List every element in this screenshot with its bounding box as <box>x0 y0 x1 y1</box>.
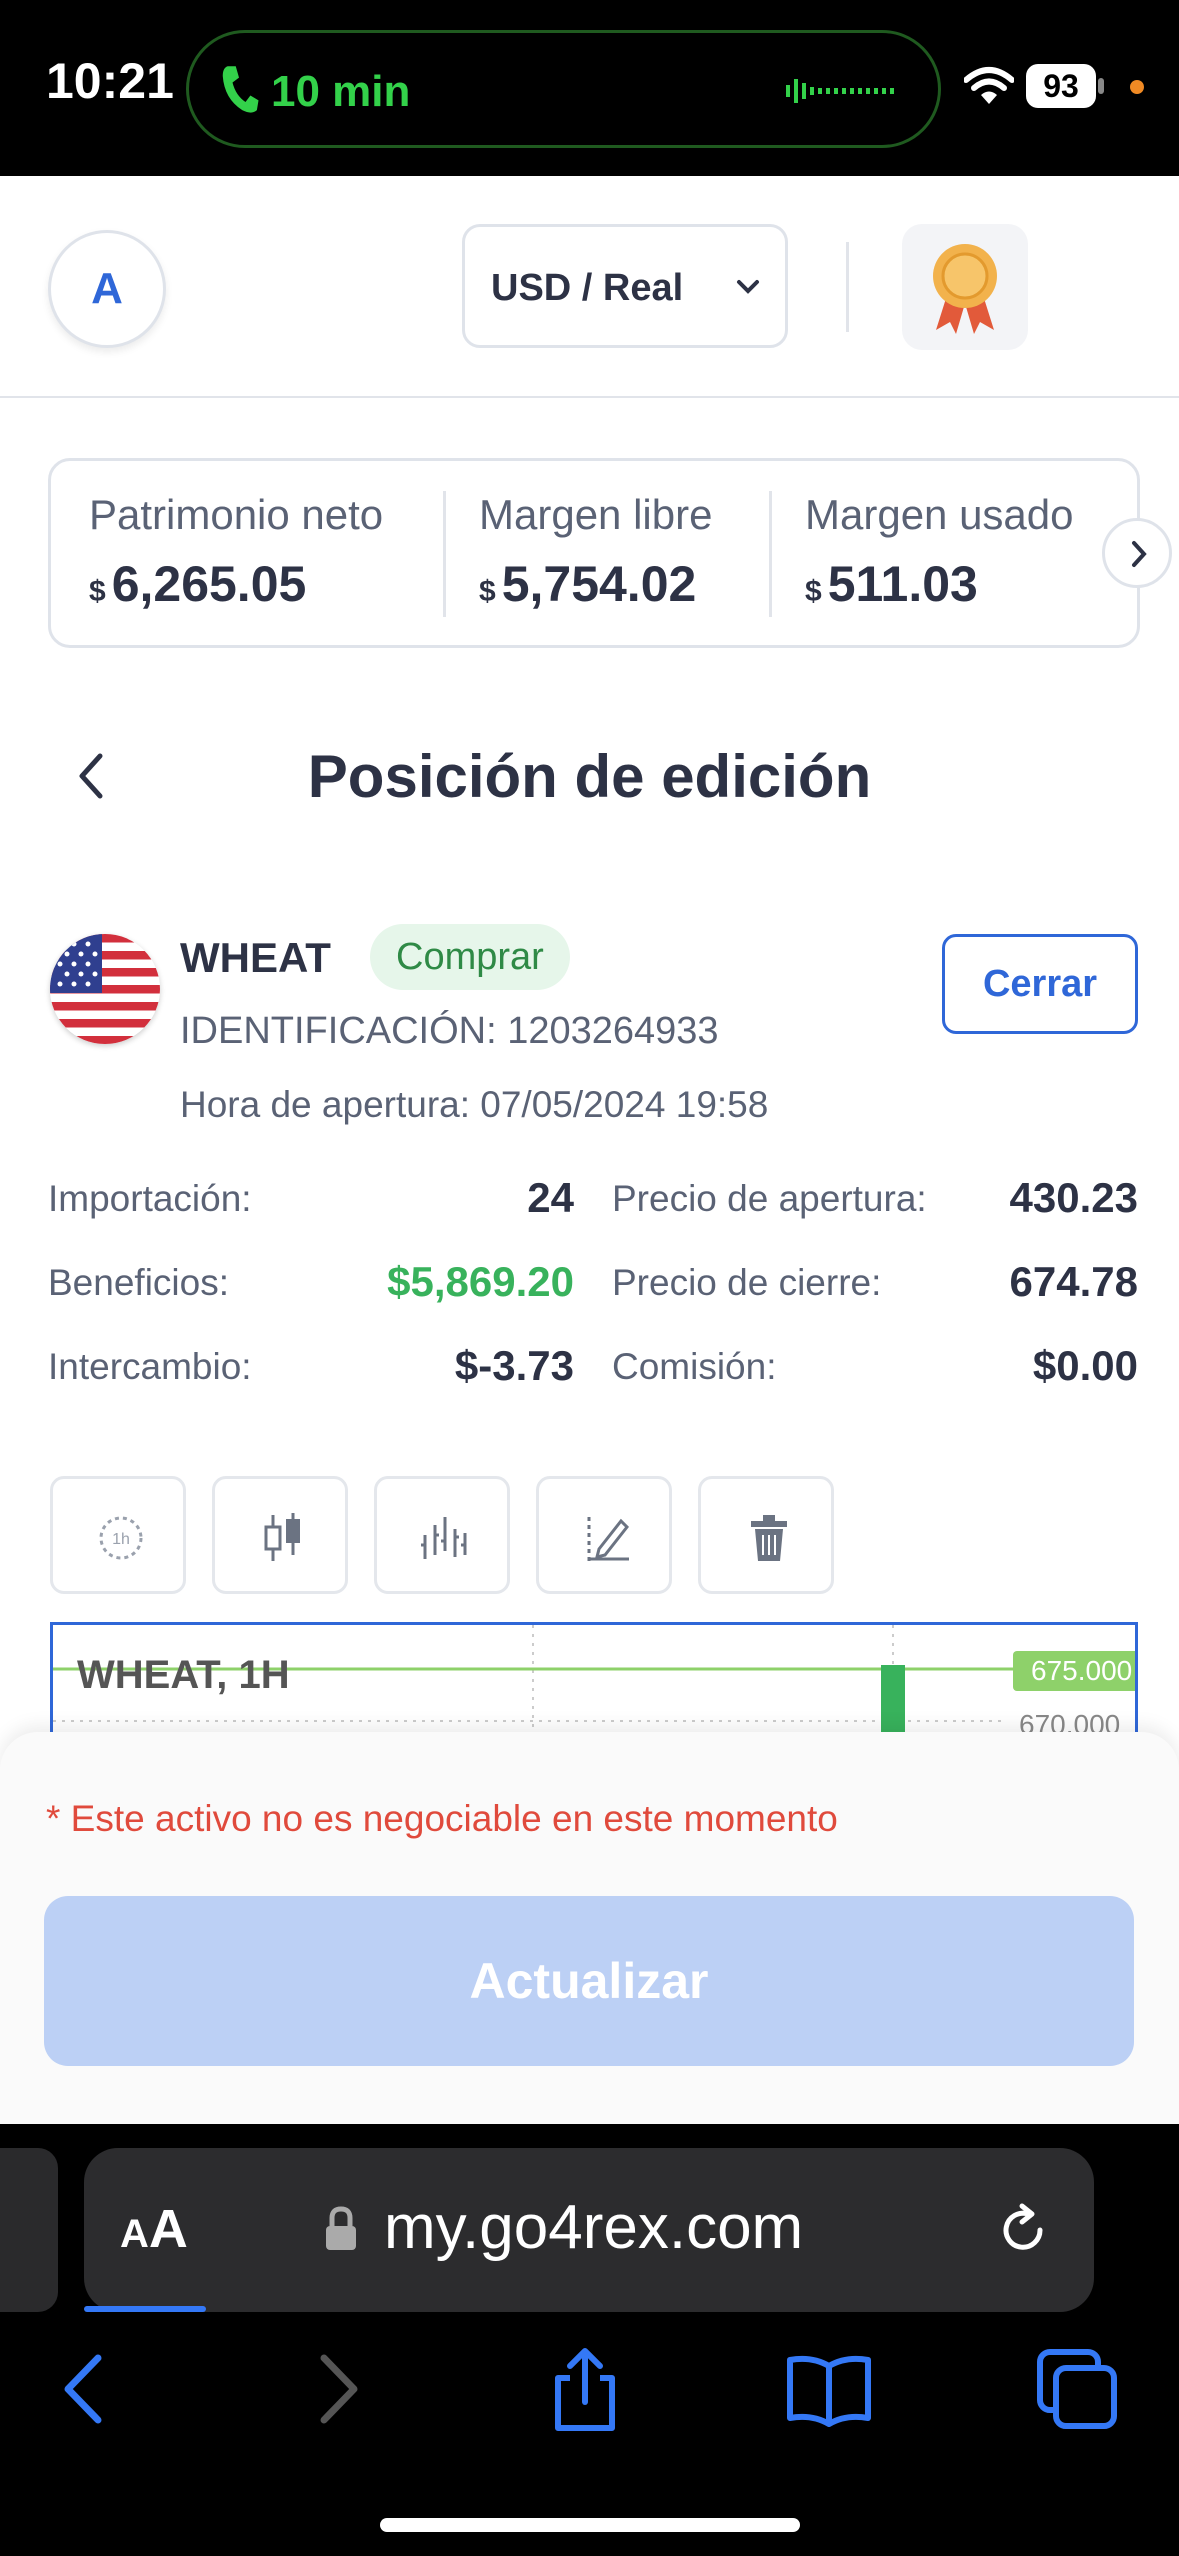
stat-amount: 6,265.05 <box>111 556 307 612</box>
stat-divider <box>443 491 446 617</box>
detail-label-volume: Importación: <box>48 1178 252 1219</box>
address-bar[interactable]: AA my.go4rex.com <box>84 2148 1094 2312</box>
detail-value-commission: $0.00 <box>1032 1342 1138 1389</box>
battery-level: 93 <box>1026 64 1096 108</box>
stat-label: Margen usado <box>805 491 1074 538</box>
page-load-progress <box>84 2306 206 2312</box>
detail-label-profit: Beneficios: <box>48 1262 229 1303</box>
position-id: IDENTIFICACIÓN: 1203264933 <box>180 1010 719 1052</box>
stat-divider <box>769 491 772 617</box>
forward-icon[interactable] <box>292 2344 382 2434</box>
us-flag-icon <box>50 934 160 1044</box>
phone-icon <box>222 66 259 113</box>
drawing-tools-button[interactable] <box>536 1476 672 1594</box>
home-indicator[interactable] <box>380 2518 800 2532</box>
price-chart[interactable]: WHEAT, 1H 675.000 670.000 <box>50 1622 1138 1742</box>
stat-used-margin: Margen usado $511.03 <box>805 491 1074 613</box>
candlestick-button[interactable] <box>212 1476 348 1594</box>
bottom-sheet: * Este activo no es negociable en este m… <box>0 1732 1179 2124</box>
app-header: A USD / Real <box>0 176 1179 398</box>
lock-icon <box>326 2206 356 2250</box>
trash-icon <box>751 1515 787 1561</box>
status-time: 10:21 <box>46 53 174 109</box>
page-title: Posición de edición <box>307 743 872 810</box>
status-bar: 10:21 10 min 93 <box>0 0 1179 176</box>
detail-label-swap: Intercambio: <box>48 1346 252 1387</box>
previous-tab-preview[interactable] <box>0 2148 58 2312</box>
stat-amount: 511.03 <box>827 556 978 612</box>
candlestick-icon <box>264 1513 300 1561</box>
tabs-icon[interactable] <box>1032 2344 1122 2434</box>
position-side-badge: Comprar <box>370 924 570 990</box>
delete-drawings-button[interactable] <box>698 1476 834 1594</box>
currency-symbol: $ <box>479 575 496 608</box>
url-text: my.go4rex.com <box>384 2193 804 2262</box>
chevron-right-icon <box>1132 541 1147 567</box>
browser-toolbar: AA my.go4rex.com <box>0 2124 1179 2556</box>
svg-text:1h: 1h <box>112 1531 130 1548</box>
detail-label-open-price: Precio de apertura: <box>612 1178 927 1219</box>
close-position-button[interactable]: Cerrar <box>942 934 1138 1034</box>
stat-value: $6,265.05 <box>89 555 383 613</box>
stat-label: Patrimonio neto <box>89 491 384 538</box>
back-icon[interactable] <box>40 2344 130 2434</box>
back-arrow-icon[interactable] <box>66 746 116 806</box>
share-icon[interactable] <box>540 2344 630 2434</box>
stats-next-button[interactable] <box>1102 518 1172 588</box>
reader-label-big: A <box>148 2199 188 2259</box>
reader-mode-button[interactable]: AA <box>120 2198 188 2260</box>
timeframe-1h-icon: 1h <box>99 1516 143 1560</box>
medal-icon <box>933 244 997 334</box>
reload-icon[interactable] <box>994 2200 1054 2260</box>
account-selector-value: USD / Real <box>491 267 684 309</box>
stat-amount: 5,754.02 <box>501 556 697 612</box>
recording-indicator <box>1130 80 1144 94</box>
stat-label: Margen libre <box>479 491 713 538</box>
indicators-button[interactable] <box>374 1476 510 1594</box>
achievements-button[interactable] <box>902 224 1028 350</box>
bookmarks-icon[interactable] <box>784 2344 874 2434</box>
avatar[interactable]: A <box>48 230 166 348</box>
detail-value-volume: 24 <box>527 1174 574 1221</box>
detail-value-swap: $-3.73 <box>454 1342 574 1389</box>
account-selector[interactable]: USD / Real <box>462 224 788 348</box>
price-label-high: 675.000 <box>1013 1651 1135 1691</box>
chevron-down-icon <box>737 280 759 294</box>
detail-value-close-price: 674.78 <box>1009 1258 1138 1305</box>
stat-value: $5,754.02 <box>479 555 712 613</box>
currency-symbol: $ <box>805 575 822 608</box>
position-open-time: Hora de apertura: 07/05/2024 19:58 <box>180 1084 769 1125</box>
bars-icon <box>421 1517 467 1559</box>
pencil-ruler-icon <box>587 1517 630 1561</box>
stat-free-margin: Margen libre $5,754.02 <box>479 491 712 613</box>
currency-symbol: $ <box>89 575 106 608</box>
stat-value: $511.03 <box>805 555 1074 613</box>
audio-wave-icon <box>786 79 894 103</box>
account-stats-card: Patrimonio neto $6,265.05 Margen libre $… <box>48 458 1140 648</box>
update-button[interactable]: Actualizar <box>44 1896 1134 2066</box>
stat-equity: Patrimonio neto $6,265.05 <box>89 491 383 613</box>
not-tradable-warning: * Este activo no es negociable en este m… <box>46 1798 838 1839</box>
battery-tip <box>1098 78 1104 94</box>
call-duration: 10 min <box>271 67 411 116</box>
position-symbol: WHEAT <box>180 934 331 981</box>
detail-label-close-price: Precio de cierre: <box>612 1262 882 1303</box>
call-indicator[interactable]: 10 min <box>186 30 941 148</box>
detail-value-profit: $5,869.20 <box>387 1258 574 1305</box>
reader-label-small: A <box>120 2212 149 2256</box>
chart-title: WHEAT, 1H <box>77 1653 290 1697</box>
header-divider <box>846 242 849 332</box>
timeframe-button[interactable]: 1h <box>50 1476 186 1594</box>
wifi-icon <box>964 67 1014 104</box>
detail-label-commission: Comisión: <box>612 1346 777 1387</box>
detail-value-open-price: 430.23 <box>1009 1174 1138 1221</box>
